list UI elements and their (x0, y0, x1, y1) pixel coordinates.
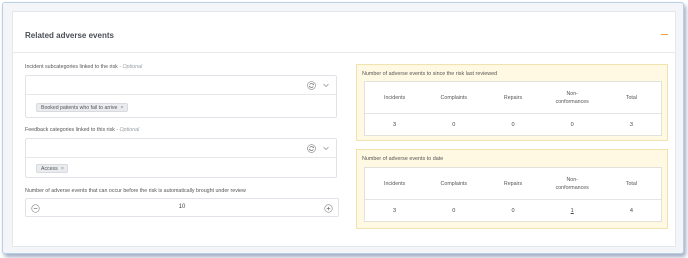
minus-icon (661, 34, 668, 36)
chevron-down-icon[interactable] (322, 144, 330, 152)
column-header-complaints: Complaints (440, 94, 468, 101)
total-count: 4 (629, 207, 633, 214)
refresh-icon[interactable] (307, 81, 316, 90)
nonconformances-count-link[interactable]: 1 (543, 200, 602, 221)
column-header-incidents: Incidents (384, 180, 406, 187)
chip-label: Access (41, 165, 58, 172)
threshold-value[interactable]: 10 (26, 204, 338, 210)
since-review-stats-box: Number of adverse events to since the ri… (356, 64, 668, 141)
column-header-repairs: Repairs (503, 94, 523, 101)
since-review-title: Number of adverse events to since the ri… (362, 71, 498, 77)
complaints-count: 0 (452, 207, 456, 214)
to-date-table: Incidents Complaints Repairs Non- confor… (364, 167, 662, 222)
incidents-count: 3 (393, 207, 397, 214)
repairs-count: 0 (511, 121, 515, 128)
column-header-complaints: Complaints (440, 180, 468, 187)
nonconformances-count: 0 (570, 121, 574, 128)
table-header-row: Incidents Complaints Repairs Non- confor… (365, 82, 661, 114)
selected-chip: Access × (36, 164, 68, 173)
increment-icon[interactable] (324, 203, 333, 213)
to-date-title: Number of adverse events to date (362, 156, 444, 162)
total-count: 3 (629, 121, 633, 128)
section-title: Related adverse events (25, 31, 114, 40)
column-header-nonconformances: Non- conformances (555, 176, 589, 191)
chip-label: Booked patients who fail to arrive (41, 104, 118, 111)
optional-tag: - Optional (114, 127, 140, 133)
column-header-total: Total (625, 180, 638, 187)
refresh-icon[interactable] (307, 144, 316, 153)
incident-subcategories-label-text: Incident subcategories linked to the ris… (25, 64, 118, 70)
column-header-incidents: Incidents (384, 94, 406, 101)
column-header-nonconformances: Non- conformances (555, 90, 589, 105)
chevron-down-icon[interactable] (322, 81, 330, 89)
threshold-label: Number of adverse events that can occur … (25, 188, 246, 194)
select-input-row[interactable] (26, 76, 336, 95)
table-row: 3 0 0 1 4 (365, 200, 661, 221)
column-header-total: Total (625, 94, 638, 101)
header-divider (13, 52, 675, 53)
window-frame: Related adverse events Incident subcateg… (2, 2, 684, 254)
select-input-row[interactable] (26, 139, 336, 158)
feedback-categories-select[interactable]: Access × (25, 138, 337, 178)
column-header-repairs: Repairs (503, 180, 523, 187)
related-adverse-events-panel: Related adverse events Incident subcateg… (12, 11, 676, 247)
since-review-table: Incidents Complaints Repairs Non- confor… (364, 81, 662, 136)
optional-tag: - Optional (117, 64, 143, 70)
repairs-count: 0 (511, 207, 515, 214)
to-date-stats-box: Number of adverse events to date Inciden… (356, 149, 668, 229)
table-header-row: Incidents Complaints Repairs Non- confor… (365, 168, 661, 200)
incidents-count: 3 (393, 121, 397, 128)
table-row: 3 0 0 0 3 (365, 114, 661, 135)
threshold-stepper[interactable]: 10 (25, 198, 339, 217)
complaints-count: 0 (452, 121, 456, 128)
incident-subcategories-label: Incident subcategories linked to the ris… (25, 64, 142, 70)
collapse-button[interactable] (658, 29, 672, 39)
remove-chip-icon[interactable]: × (61, 166, 64, 172)
selected-chip: Booked patients who fail to arrive × (36, 103, 128, 112)
incident-subcategories-select[interactable]: Booked patients who fail to arrive × (25, 75, 337, 118)
feedback-categories-label-text: Feedback categories linked to this risk (25, 127, 115, 133)
feedback-categories-label: Feedback categories linked to this risk … (25, 127, 139, 133)
remove-chip-icon[interactable]: × (120, 105, 123, 111)
